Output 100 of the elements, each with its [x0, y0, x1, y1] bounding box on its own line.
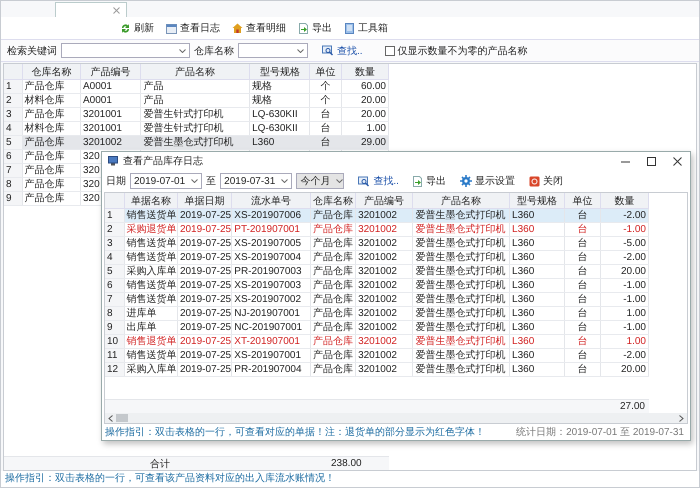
table-cell: 台 — [310, 108, 342, 122]
table-cell: 台 — [564, 208, 600, 222]
scrollbar-thumb[interactable] — [116, 414, 128, 422]
column-header[interactable]: 仓库名称 — [22, 64, 80, 80]
close-icon — [113, 6, 120, 14]
table-cell: XS-201907001 — [232, 348, 310, 362]
column-header[interactable]: 单位 — [310, 64, 342, 80]
table-cell: NJ-201907001 — [232, 306, 310, 320]
scroll-right-icon — [679, 414, 684, 422]
toolbar-button[interactable]: 关闭 — [524, 173, 568, 189]
table-cell: 销售送货单 — [124, 292, 178, 306]
maximize-icon — [646, 156, 656, 166]
table-cell: 材料仓库 — [22, 94, 80, 108]
row-number: 11 — [105, 348, 124, 362]
table-cell: L360 — [510, 222, 565, 236]
table-cell: 出库单 — [124, 320, 178, 334]
date-dropdown[interactable]: 2019-07-01 — [130, 173, 202, 189]
guide-text: 操作指引：双击表格的一行，可查看对应的单据！注：退货单的部分显示为红色字体！ — [105, 426, 485, 439]
table-cell: L360 — [510, 306, 565, 320]
table-cell: 产品仓库 — [310, 362, 356, 376]
table-cell: 3201002 — [356, 236, 413, 250]
table-cell: 2019-07-25 — [177, 264, 232, 278]
toolbar-button[interactable]: 查看日志 — [161, 20, 225, 36]
row-number: 8 — [105, 306, 124, 320]
keyword-field[interactable] — [61, 43, 190, 58]
table-cell: 3201002 — [356, 222, 413, 236]
date-dropdown[interactable]: 2019-07-31 — [220, 173, 292, 189]
toolbar-button[interactable]: 导出 — [406, 173, 451, 189]
table-cell: 采购退货单 — [124, 222, 178, 236]
table-cell: L360 — [510, 208, 565, 222]
horizontal-scrollbar[interactable] — [105, 413, 687, 423]
column-header[interactable]: 产品编号 — [80, 64, 141, 80]
column-header[interactable]: 数量 — [341, 64, 388, 80]
period-dropdown[interactable]: 今个月 — [296, 173, 344, 189]
table-cell: 2019-07-25 — [177, 292, 232, 306]
row-number: 5 — [105, 264, 124, 278]
table-cell: 3201002 — [356, 334, 413, 348]
table-cell: L360 — [250, 136, 310, 150]
column-header[interactable]: 仓库名称 — [310, 193, 356, 208]
gear-icon — [460, 175, 472, 187]
field-label: 仓库名称 — [194, 44, 234, 58]
table-cell: -1.00 — [600, 292, 648, 306]
table-cell: 销售退货单 — [124, 334, 178, 348]
column-header[interactable]: 产品名称 — [140, 64, 250, 80]
warehouse-dropdown[interactable] — [238, 43, 308, 58]
table-cell: PR-201907003 — [232, 264, 310, 278]
table-cell: 产品仓库 — [310, 292, 356, 306]
table-cell: 台 — [564, 236, 600, 250]
total-label: 合计 — [150, 458, 170, 470]
table-cell: 产品仓库 — [310, 222, 356, 236]
search-icon — [322, 45, 334, 56]
table-cell: XS-201907002 — [232, 292, 310, 306]
column-header[interactable]: 数量 — [600, 193, 648, 208]
checkbox-label[interactable]: 仅显示数量不为零的产品名称 — [384, 44, 528, 58]
row-number: 5 — [4, 136, 22, 150]
table-cell: 2019-07-25 — [177, 222, 232, 236]
table-cell: 台 — [564, 222, 600, 236]
table-cell: 2019-07-25 — [177, 362, 232, 376]
dropdown-caret-icon — [281, 179, 288, 183]
column-header[interactable]: 单位 — [564, 193, 600, 208]
column-header[interactable]: 单据名称 — [124, 193, 178, 208]
column-header[interactable]: 型号规格 — [510, 193, 565, 208]
row-number: 9 — [105, 320, 124, 334]
column-header[interactable]: 产品编号 — [356, 193, 413, 208]
column-header[interactable]: 产品名称 — [412, 193, 510, 208]
table-cell: 1.00 — [600, 306, 648, 320]
column-header[interactable]: 流水单号 — [232, 193, 310, 208]
table-cell: 20.00 — [600, 362, 648, 376]
checkbox[interactable] — [384, 46, 395, 56]
column-header[interactable]: 型号规格 — [250, 64, 310, 80]
table-cell: 台 — [564, 320, 600, 334]
table-cell: 台 — [564, 306, 600, 320]
row-number: 3 — [4, 108, 22, 122]
toolbar-button[interactable]: 查看明细 — [227, 20, 291, 36]
table-cell: 爱普生墨仓式打印机 — [412, 222, 510, 236]
toolbar-button[interactable]: 查找.. — [354, 173, 403, 189]
row-number: 4 — [105, 250, 124, 264]
table-cell: L360 — [510, 236, 565, 250]
row-number: 2 — [4, 94, 22, 108]
toolbar-button[interactable]: 刷新 — [115, 20, 159, 36]
row-number: 1 — [105, 208, 124, 222]
status-bar: 操作指引：双击表格的一行，可查看该产品资料对应的出入库流水账情况！ — [1, 471, 699, 487]
table-cell: -1.00 — [600, 320, 648, 334]
field-label: 日期 — [106, 174, 126, 188]
toolbar-button[interactable]: 工具箱 — [339, 20, 393, 36]
search-button[interactable]: 查找.. — [318, 42, 367, 58]
toolbar-button[interactable]: 显示设置 — [454, 173, 520, 189]
table-cell: NC-201907001 — [232, 320, 310, 334]
table-cell: 20.00 — [341, 108, 388, 122]
table-cell: 个 — [310, 94, 342, 108]
row-number: 7 — [105, 292, 124, 306]
toolbar-button[interactable]: 导出 — [293, 20, 337, 36]
table-cell: 2019-07-25 — [177, 250, 232, 264]
table-cell: 产品仓库 — [22, 136, 80, 150]
table-cell: 爱普生墨仓式打印机 — [412, 264, 510, 278]
document-tab[interactable] — [55, 2, 127, 17]
column-header[interactable]: 单据日期 — [177, 193, 232, 208]
total-value: 238.00 — [331, 458, 362, 469]
row-number: 1 — [4, 80, 22, 94]
table-cell: 爱普生墨仓式打印机 — [412, 208, 510, 222]
